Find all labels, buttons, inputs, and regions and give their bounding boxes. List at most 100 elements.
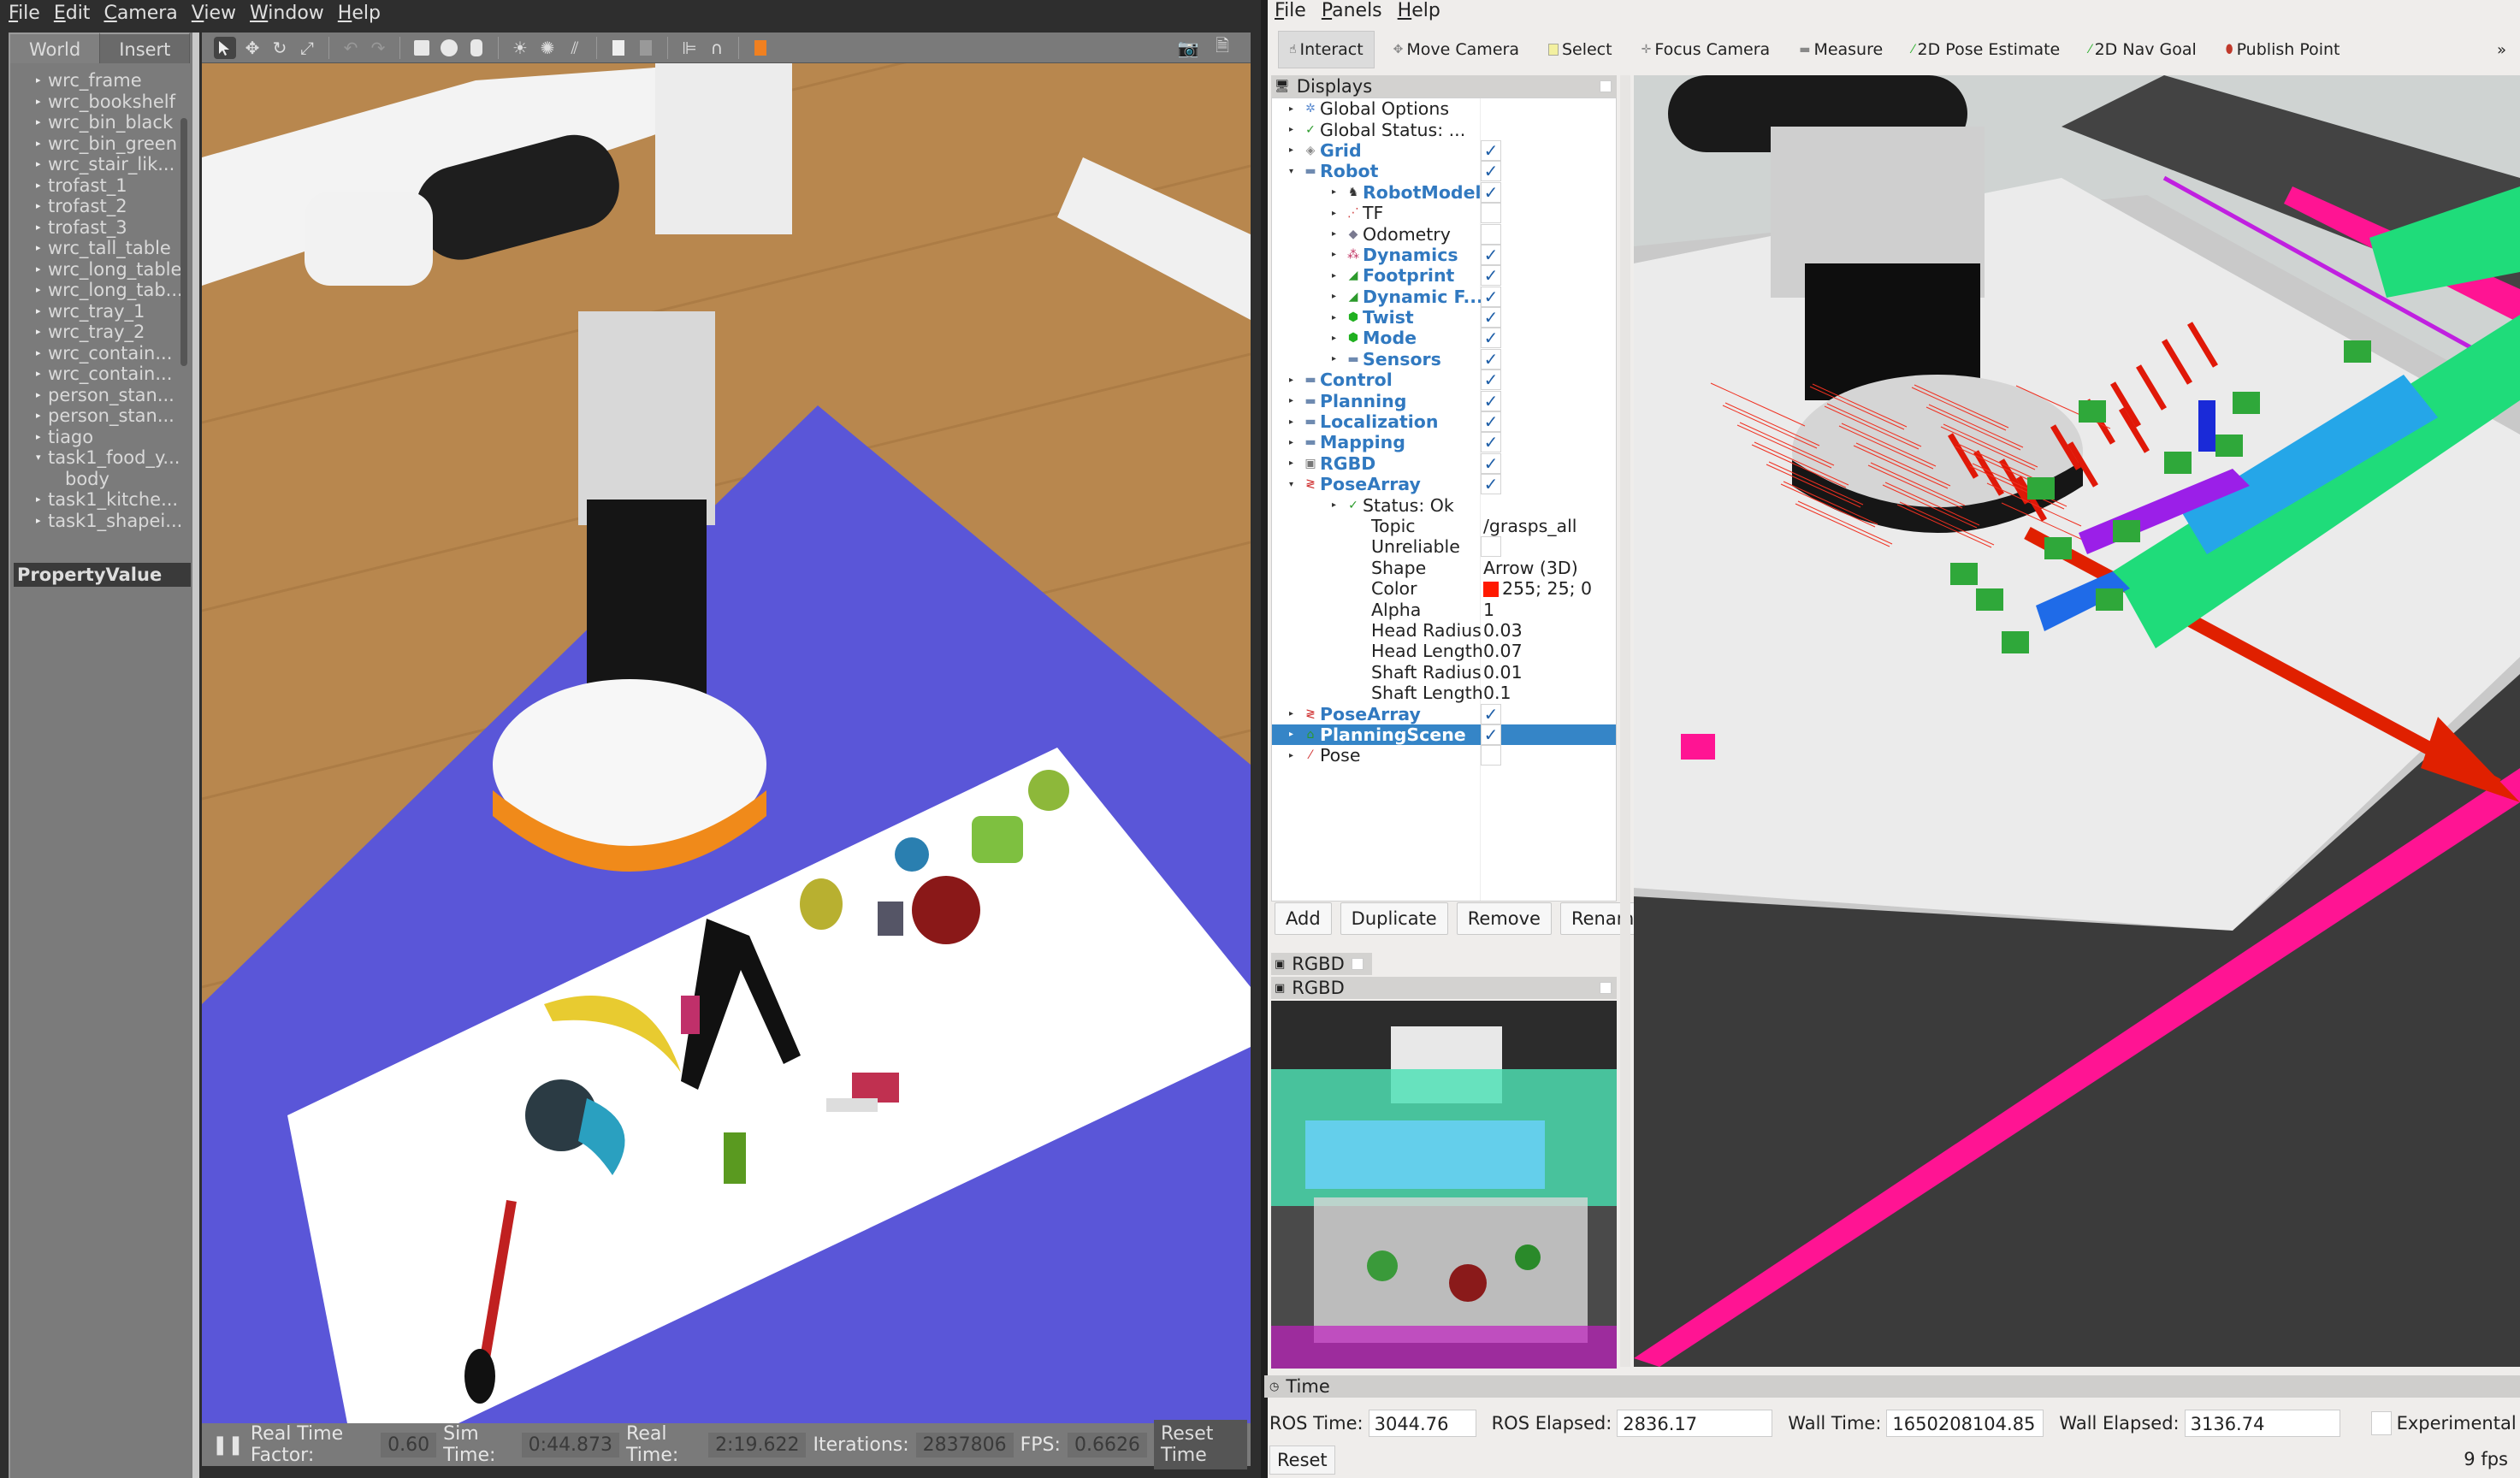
display-item[interactable]: ▸ ▣ RGBD ✓: [1272, 452, 1616, 474]
world-tree-item[interactable]: ▸ wrc_bin_black: [36, 112, 192, 133]
tool-2d-pose-estimate[interactable]: ⁄ 2D Pose Estimate: [1902, 31, 2070, 68]
property-value[interactable]: 1: [1483, 600, 1494, 620]
display-enabled-checkbox[interactable]: [1481, 223, 1501, 245]
expand-arrow-icon[interactable]: ▸: [36, 112, 48, 133]
world-tree-item[interactable]: ▸ wrc_contain...: [36, 343, 192, 364]
expand-arrow-icon[interactable]: ▸: [1289, 396, 1298, 405]
display-enabled-checkbox[interactable]: ✓: [1481, 161, 1501, 182]
expand-arrow-icon[interactable]: ▸: [36, 405, 48, 427]
expand-arrow-icon[interactable]: ▸: [1332, 500, 1340, 510]
property-value[interactable]: 0.03: [1483, 620, 1523, 641]
expand-arrow-icon[interactable]: ▸: [1332, 313, 1340, 322]
undock-button[interactable]: [1600, 982, 1612, 994]
display-enabled-checkbox[interactable]: ✓: [1481, 348, 1501, 370]
expand-arrow-icon[interactable]: ▸: [1332, 334, 1340, 343]
expand-arrow-icon[interactable]: ▸: [1332, 250, 1340, 259]
world-tree-item[interactable]: ▸ wrc_long_tab...: [36, 280, 192, 301]
expand-arrow-icon[interactable]: ▸: [1289, 375, 1298, 385]
world-tree-item[interactable]: ▸ wrc_bin_green: [36, 133, 192, 155]
expand-arrow-icon[interactable]: ▸: [36, 489, 48, 511]
display-item[interactable]: ▸ ▬ Localization ✓: [1272, 411, 1616, 433]
screenshot-icon[interactable]: 📷: [1177, 37, 1199, 59]
add-button[interactable]: Add: [1275, 902, 1332, 935]
tool-interact[interactable]: ☝ Interact: [1278, 31, 1375, 68]
color-swatch[interactable]: [1483, 582, 1499, 598]
display-item[interactable]: ▸ ⬢ Mode ✓: [1272, 328, 1616, 349]
expand-arrow-icon[interactable]: ▸: [1332, 292, 1340, 301]
expand-arrow-icon[interactable]: ▸: [36, 259, 48, 281]
undock-button[interactable]: [1600, 80, 1612, 92]
remove-button[interactable]: Remove: [1456, 902, 1552, 935]
property-value[interactable]: Arrow (3D): [1483, 558, 1578, 578]
panel-splitter[interactable]: [1620, 75, 1630, 1367]
wall-time-field[interactable]: 1650208104.85: [1886, 1410, 2044, 1437]
align-icon[interactable]: ⊫: [678, 37, 701, 59]
display-enabled-checkbox[interactable]: ✓: [1481, 370, 1501, 391]
collapse-arrow-icon[interactable]: ▾: [1289, 480, 1298, 489]
display-item[interactable]: ▾ ▬ Robot ✓: [1272, 161, 1616, 182]
display-enabled-checkbox[interactable]: [1481, 745, 1501, 766]
expand-arrow-icon[interactable]: ▸: [36, 70, 48, 92]
rviz-3d-view[interactable]: [1634, 75, 2520, 1367]
display-item[interactable]: ▸ ⋰ TF: [1272, 203, 1616, 224]
world-tree-item[interactable]: ▸ wrc_contain...: [36, 364, 192, 385]
display-item[interactable]: ▸ ✓ Global Status: ...: [1272, 119, 1616, 140]
log-icon[interactable]: 🗎: [1211, 35, 1233, 59]
menu-file[interactable]: File: [1275, 0, 1306, 22]
display-item[interactable]: ▸ ⁂ Dynamics ✓: [1272, 244, 1616, 265]
display-enabled-checkbox[interactable]: ✓: [1481, 703, 1501, 724]
display-item[interactable]: Shaft Length 0.1: [1272, 683, 1616, 703]
select-arrow-icon[interactable]: [214, 36, 236, 59]
tab-world[interactable]: World: [10, 33, 101, 63]
display-item[interactable]: ▸ ◈ Grid ✓: [1272, 139, 1616, 161]
expand-arrow-icon[interactable]: ▸: [1289, 104, 1298, 114]
world-tree-item[interactable]: ▾ task1_food_y...: [36, 447, 192, 469]
sphere-icon[interactable]: [438, 37, 460, 59]
display-item[interactable]: Topic/grasps_all: [1272, 516, 1616, 536]
display-item[interactable]: ▸ ✲ Global Options: [1272, 98, 1616, 119]
menu-view[interactable]: View: [192, 3, 236, 24]
ros-time-field[interactable]: 3044.76: [1368, 1410, 1476, 1437]
world-tree-item[interactable]: ▸ trofast_2: [36, 196, 192, 217]
expand-arrow-icon[interactable]: ▸: [36, 364, 48, 385]
wall-elapsed-field[interactable]: 3136.74: [2184, 1410, 2340, 1437]
expand-arrow-icon[interactable]: ▸: [36, 175, 48, 197]
display-item[interactable]: ▸ ◆ Odometry: [1272, 223, 1616, 245]
display-enabled-checkbox[interactable]: [1481, 536, 1501, 558]
expand-arrow-icon[interactable]: ▸: [36, 385, 48, 406]
display-item[interactable]: ▸ ◢ Dynamic F... ✓: [1272, 286, 1616, 307]
display-item[interactable]: Alpha 1: [1272, 599, 1616, 620]
menu-edit[interactable]: Edit: [54, 3, 91, 24]
display-item[interactable]: ▸ ✓ Status: Ok: [1272, 494, 1616, 516]
tree-scrollbar[interactable]: [180, 118, 187, 366]
display-item[interactable]: ▸ ◢ Footprint ✓: [1272, 265, 1616, 287]
world-tree-item[interactable]: body: [36, 469, 192, 490]
expand-arrow-icon[interactable]: ▸: [36, 301, 48, 322]
world-tree-item[interactable]: ▸ wrc_long_table: [36, 259, 192, 281]
display-item[interactable]: ▸ ▬ Control ✓: [1272, 370, 1616, 391]
world-tree-item[interactable]: ▸ task1_shapei...: [36, 511, 192, 532]
world-tree-item[interactable]: ▸ task1_kitche...: [36, 489, 192, 511]
expand-arrow-icon[interactable]: ▸: [36, 280, 48, 301]
paste-icon[interactable]: [635, 37, 657, 59]
ros-elapsed-field[interactable]: 2836.17: [1617, 1410, 1773, 1437]
reset-button[interactable]: Reset: [1269, 1445, 1335, 1475]
expand-arrow-icon[interactable]: ▸: [1289, 438, 1298, 447]
display-item[interactable]: Unreliable: [1272, 536, 1616, 558]
expand-arrow-icon[interactable]: ▸: [1289, 730, 1298, 739]
display-item[interactable]: Color 255; 25; 0: [1272, 578, 1616, 599]
rgbd-panel-tab[interactable]: ▣ RGBD: [1271, 953, 1372, 975]
expand-arrow-icon[interactable]: ▸: [1332, 354, 1340, 364]
redo-icon[interactable]: ↷: [367, 37, 389, 59]
display-item[interactable]: ▸ ⁄ Pose: [1272, 745, 1616, 766]
expand-arrow-icon[interactable]: ▸: [1289, 125, 1298, 134]
display-item[interactable]: ▸ ▬ Mapping ✓: [1272, 432, 1616, 453]
menu-panels[interactable]: Panels: [1322, 0, 1382, 22]
view-angle-icon[interactable]: [749, 37, 772, 59]
expand-arrow-icon[interactable]: ▸: [36, 92, 48, 113]
menu-window[interactable]: Window: [250, 3, 324, 24]
world-tree-item[interactable]: ▸ wrc_tray_2: [36, 322, 192, 343]
display-item[interactable]: ▸ ▬ Sensors ✓: [1272, 348, 1616, 370]
expand-arrow-icon[interactable]: ▸: [36, 511, 48, 532]
snap-icon[interactable]: ∩: [706, 37, 728, 59]
